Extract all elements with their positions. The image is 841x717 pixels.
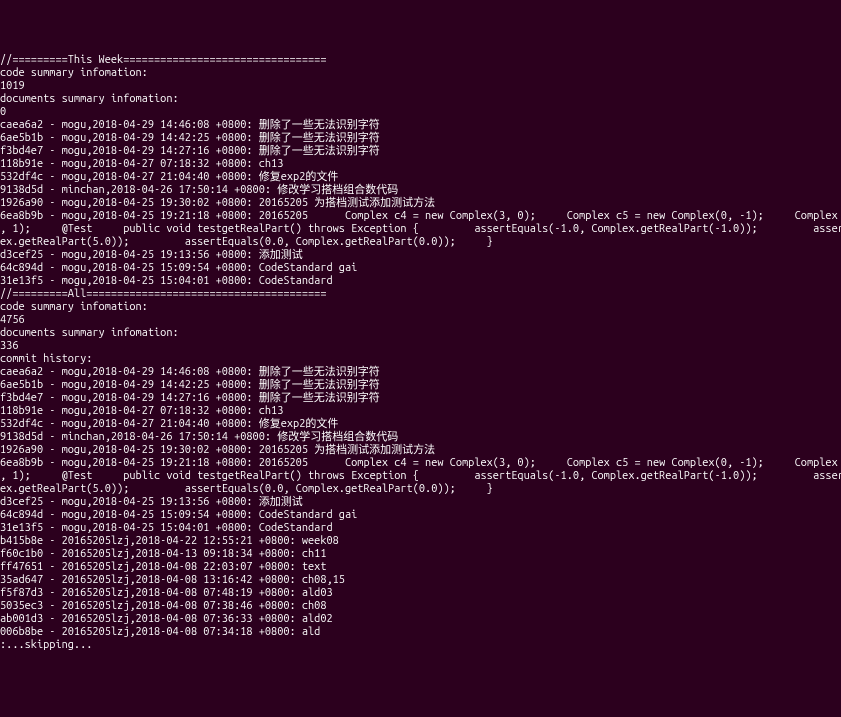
terminal-line: 1926a90 - mogu,2018-04-25 19:30:02 +0800…: [0, 444, 841, 457]
terminal-line: f3bd4e7 - mogu,2018-04-29 14:27:16 +0800…: [0, 145, 841, 158]
terminal-line: f3bd4e7 - mogu,2018-04-29 14:27:16 +0800…: [0, 392, 841, 405]
terminal-line: 64c894d - mogu,2018-04-25 15:09:54 +0800…: [0, 262, 841, 275]
terminal-line: ex.getRealPart(5.0)); assertEquals(0.0, …: [0, 236, 841, 249]
terminal-line: d3cef25 - mogu,2018-04-25 19:13:56 +0800…: [0, 249, 841, 262]
terminal-line: 9138d5d - minchan,2018-04-26 17:50:14 +0…: [0, 431, 841, 444]
terminal-line: 1926a90 - mogu,2018-04-25 19:30:02 +0800…: [0, 197, 841, 210]
terminal-line: commit history:: [0, 353, 841, 366]
terminal-line: code summary infomation:: [0, 67, 841, 80]
terminal-line: 532df4c - mogu,2018-04-27 21:04:40 +0800…: [0, 171, 841, 184]
terminal-line: , 1); @Test public void testgetRealPart(…: [0, 470, 841, 483]
terminal-line: 6ae5b1b - mogu,2018-04-29 14:42:25 +0800…: [0, 132, 841, 145]
terminal-output[interactable]: //=========This Week====================…: [0, 54, 841, 652]
terminal-line: f5f87d3 - 20165205lzj,2018-04-08 07:48:1…: [0, 587, 841, 600]
terminal-line: 4756: [0, 314, 841, 327]
terminal-line: //=========All==========================…: [0, 288, 841, 301]
terminal-line: 0: [0, 106, 841, 119]
terminal-line: code summary infomation:: [0, 301, 841, 314]
terminal-line: 6ea8b9b - mogu,2018-04-25 19:21:18 +0800…: [0, 457, 841, 470]
terminal-line: 5035ec3 - 20165205lzj,2018-04-08 07:38:4…: [0, 600, 841, 613]
terminal-line: 9138d5d - minchan,2018-04-26 17:50:14 +0…: [0, 184, 841, 197]
terminal-line: ab001d3 - 20165205lzj,2018-04-08 07:36:3…: [0, 613, 841, 626]
terminal-line: 31e13f5 - mogu,2018-04-25 15:04:01 +0800…: [0, 522, 841, 535]
terminal-line: ex.getRealPart(5.0)); assertEquals(0.0, …: [0, 483, 841, 496]
terminal-line: 118b91e - mogu,2018-04-27 07:18:32 +0800…: [0, 158, 841, 171]
terminal-line: 6ae5b1b - mogu,2018-04-29 14:42:25 +0800…: [0, 379, 841, 392]
terminal-line: d3cef25 - mogu,2018-04-25 19:13:56 +0800…: [0, 496, 841, 509]
terminal-line: 336: [0, 340, 841, 353]
terminal-line: 35ad647 - 20165205lzj,2018-04-08 13:16:4…: [0, 574, 841, 587]
terminal-line: documents summary infomation:: [0, 93, 841, 106]
terminal-line: 31e13f5 - mogu,2018-04-25 15:04:01 +0800…: [0, 275, 841, 288]
terminal-line: caea6a2 - mogu,2018-04-29 14:46:08 +0800…: [0, 366, 841, 379]
terminal-line: 118b91e - mogu,2018-04-27 07:18:32 +0800…: [0, 405, 841, 418]
terminal-line: caea6a2 - mogu,2018-04-29 14:46:08 +0800…: [0, 119, 841, 132]
terminal-line: :...skipping...: [0, 639, 841, 652]
terminal-line: 532df4c - mogu,2018-04-27 21:04:40 +0800…: [0, 418, 841, 431]
terminal-line: , 1); @Test public void testgetRealPart(…: [0, 223, 841, 236]
terminal-line: ff47651 - 20165205lzj,2018-04-08 22:03:0…: [0, 561, 841, 574]
terminal-line: 6ea8b9b - mogu,2018-04-25 19:21:18 +0800…: [0, 210, 841, 223]
terminal-line: documents summary infomation:: [0, 327, 841, 340]
terminal-line: 1019: [0, 80, 841, 93]
terminal-line: 64c894d - mogu,2018-04-25 15:09:54 +0800…: [0, 509, 841, 522]
terminal-line: //=========This Week====================…: [0, 54, 841, 67]
terminal-line: b415b8e - 20165205lzj,2018-04-22 12:55:2…: [0, 535, 841, 548]
terminal-line: f60c1b0 - 20165205lzj,2018-04-13 09:18:3…: [0, 548, 841, 561]
terminal-line: 006b8be - 20165205lzj,2018-04-08 07:34:1…: [0, 626, 841, 639]
